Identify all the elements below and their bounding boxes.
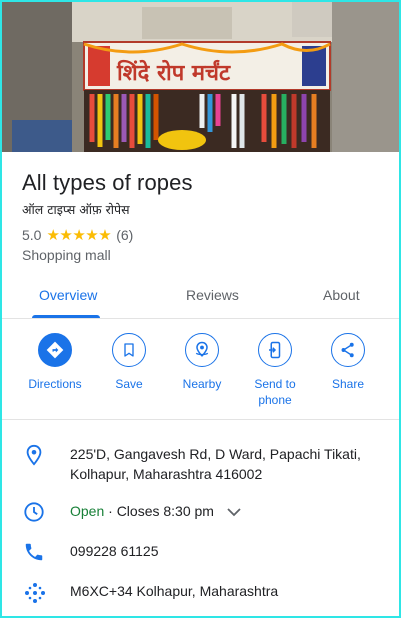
active-tab-indicator [32,315,100,318]
save-button[interactable]: Save [93,333,165,392]
nearby-button[interactable]: Nearby [166,333,238,392]
plus-code: M6XC+34 Kolhapur, Maharashtra [70,583,279,599]
phone-icon [23,541,45,568]
address-line-2: Kolhapur, Maharashtra 416002 [70,466,263,482]
sign-text: शिंदे रोप मर्चंट [116,59,231,86]
send-to-phone-button[interactable]: Send to phone [239,333,311,408]
clock-icon [23,501,45,528]
plus-code-icon [23,581,47,610]
hours-status: Open [70,503,105,519]
tab-bar: Overview Reviews About [2,270,399,319]
star-rating-icon: ★★★★★ [46,227,112,244]
chevron-down-icon[interactable] [226,505,242,523]
share-label: Share [331,377,365,391]
hours-row[interactable]: Open · Closes 8:30 pm [2,501,399,525]
place-title: All types of ropes [22,170,193,195]
action-bar: Directions Save Nearby Send to phone Sha… [2,319,399,420]
place-subtitle: ऑल टाइप्स ऑफ़ रोपेस [22,202,130,217]
send-to-phone-label: Send to phone [254,377,296,407]
save-label: Save [115,377,143,391]
share-button[interactable]: Share [312,333,384,392]
tab-overview[interactable]: Overview [39,287,97,303]
hours-detail: · Closes 8:30 pm [104,503,214,519]
tab-about[interactable]: About [323,287,360,303]
tab-reviews[interactable]: Reviews [186,287,239,303]
nearby-label: Nearby [182,377,222,391]
place-panel: शिंदे रोप मर्चंट All types of ropes ऑल ट… [0,0,401,618]
review-count[interactable]: (6) [116,227,133,243]
nearby-icon [185,333,219,367]
place-category[interactable]: Shopping mall [22,247,111,263]
rating-value: 5.0 [22,227,42,243]
rating-row[interactable]: 5.0 ★★★★★ (6) [22,226,133,244]
phone-number: 099228 61125 [70,543,159,559]
location-pin-icon [23,444,45,471]
send-to-phone-icon [258,333,292,367]
bookmark-icon [112,333,146,367]
address-line-1: 225'D, Gangavesh Rd, D Ward, Papachi Tik… [70,446,361,462]
share-icon [331,333,365,367]
phone-row[interactable]: 099228 61125 [2,541,399,565]
place-photo[interactable]: शिंदे रोप मर्चंट [2,2,399,152]
plus-code-row[interactable]: M6XC+34 Kolhapur, Maharashtra [2,581,399,605]
address-row[interactable]: 225'D, Gangavesh Rd, D Ward, Papachi Tik… [2,444,399,488]
directions-button[interactable]: Directions [19,333,91,392]
directions-label: Directions [28,377,82,391]
directions-icon [38,333,72,367]
